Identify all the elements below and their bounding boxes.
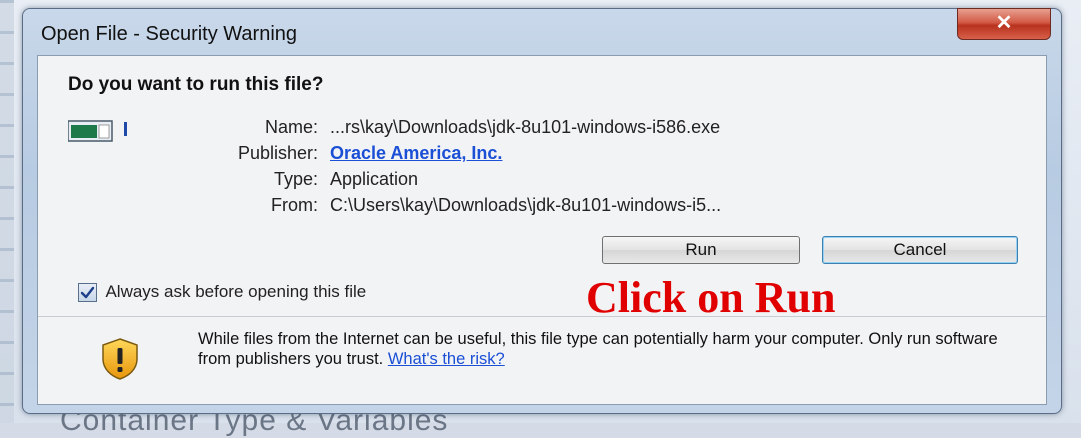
file-from-value: C:\Users\kay\Downloads\jdk-8u101-windows…	[330, 195, 722, 215]
whats-the-risk-link[interactable]: What's the risk?	[388, 350, 505, 368]
warning-message: While files from the Internet can be use…	[198, 329, 998, 369]
security-shield-warning-icon	[102, 338, 138, 380]
close-icon: ✕	[995, 12, 1013, 34]
close-button[interactable]: ✕	[957, 8, 1051, 40]
type-label: Type:	[273, 169, 318, 189]
file-name-value: ...rs\kay\Downloads\jdk-8u101-windows-i5…	[330, 117, 721, 137]
title-bar[interactable]: Open File - Security Warning ✕	[23, 8, 1061, 55]
always-ask-row[interactable]: Always ask before opening this file	[78, 282, 366, 306]
always-ask-checkbox[interactable]	[78, 282, 97, 302]
dialog-question: Do you want to run this file?	[68, 74, 324, 95]
publisher-link[interactable]: Oracle America, Inc.	[330, 143, 502, 163]
window-title: Open File - Security Warning	[41, 23, 298, 45]
file-info-values: ...rs\kay\Downloads\jdk-8u101-windows-i5…	[330, 114, 1030, 218]
always-ask-label[interactable]: Always ask before opening this file	[105, 282, 366, 301]
checkmark-icon	[80, 286, 95, 298]
warning-section: While files from the Internet can be use…	[38, 317, 1046, 404]
publisher-label: Publisher:	[237, 143, 318, 163]
warning-text: While files from the Internet can be use…	[198, 330, 998, 368]
file-info-labels: Name: Publisher: Type: From:	[188, 114, 318, 218]
run-button[interactable]: Run	[602, 236, 800, 264]
file-type-value: Application	[330, 169, 419, 189]
dialog-body: Do you want to run this file? Name: Publ…	[37, 55, 1047, 405]
application-window-icon	[68, 120, 127, 142]
security-warning-dialog: Open File - Security Warning ✕ Do you wa…	[22, 8, 1062, 414]
cancel-button[interactable]: Cancel	[822, 236, 1018, 264]
from-label: From:	[271, 195, 318, 215]
background-edge	[0, 0, 14, 423]
name-label: Name:	[264, 117, 318, 137]
